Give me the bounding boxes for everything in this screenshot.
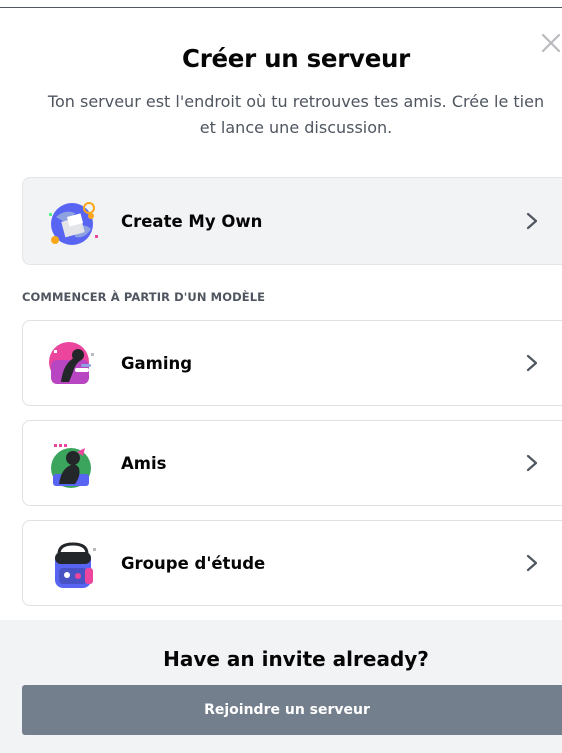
invite-prompt: Have an invite already?	[163, 647, 429, 671]
friends-icon	[45, 438, 101, 494]
chevron-right-icon	[525, 178, 539, 264]
template-label: Groupe d'étude	[121, 553, 266, 573]
template-study-group-button[interactable]: Groupe d'étude	[22, 520, 562, 606]
template-friends-button[interactable]: Amis	[22, 420, 562, 506]
create-my-own-button[interactable]: Create My Own	[22, 177, 562, 265]
modal-title: Créer un serveur	[182, 44, 410, 73]
subtitle-line-1: Ton serveur est l'endroit où tu retrouve…	[47, 92, 545, 111]
template-label: Gaming	[121, 353, 193, 373]
gaming-icon	[45, 338, 101, 394]
template-label: Amis	[121, 453, 167, 473]
create-my-own-label: Create My Own	[121, 211, 263, 231]
chevron-right-icon	[525, 521, 539, 605]
templates-heading: COMMENCER À PARTIR D'UN MODÈLE	[22, 290, 266, 304]
chevron-right-icon	[525, 421, 539, 505]
globe-icon	[45, 195, 101, 251]
subtitle-line-2: et lance une discussion.	[199, 118, 393, 137]
modal-subtitle: Ton serveur est l'endroit où tu retrouve…	[0, 89, 562, 141]
modal-footer: Have an invite already? Rejoindre un ser…	[0, 620, 562, 753]
template-gaming-button[interactable]: Gaming	[22, 320, 562, 406]
backpack-icon	[45, 538, 101, 594]
join-server-button[interactable]: Rejoindre un serveur	[22, 685, 562, 735]
top-divider	[0, 7, 562, 8]
chevron-right-icon	[525, 321, 539, 405]
